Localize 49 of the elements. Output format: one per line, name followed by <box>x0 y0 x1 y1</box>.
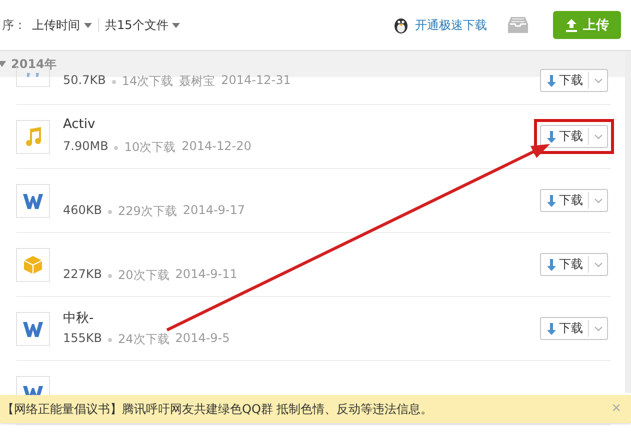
down-arrow-icon <box>547 258 556 270</box>
file-count-dropdown[interactable]: 共15个文件 <box>105 16 180 34</box>
down-arrow-icon <box>547 194 556 206</box>
chevron-icon <box>594 198 603 204</box>
dot-icon <box>108 338 112 342</box>
upload-date: 2014-9-5 <box>175 331 230 347</box>
download-button[interactable]: 下载 <box>540 189 608 212</box>
upload-date: 2014-12-20 <box>182 139 252 155</box>
file-size: 460KB <box>63 203 102 219</box>
sort-label: 序： <box>2 16 26 34</box>
upload-date: 2014-9-11 <box>175 267 238 283</box>
download-button[interactable]: 下载 <box>540 317 608 340</box>
file-size: 227KB <box>63 267 102 283</box>
chevron-icon <box>594 134 603 140</box>
file-icon <box>16 312 50 346</box>
sort-dropdown[interactable]: 上传时间 <box>32 16 92 34</box>
file-icon <box>16 248 50 282</box>
download-button[interactable]: 下载 <box>540 69 608 92</box>
down-arrow-icon <box>547 322 556 334</box>
dot-icon <box>112 80 116 84</box>
chevron-icon <box>594 326 603 332</box>
file-size: 7.90MB <box>63 139 108 155</box>
down-arrow-icon <box>547 74 556 86</box>
tray-icon[interactable] <box>507 16 529 34</box>
caret-icon <box>172 22 180 28</box>
upload-date: 2014-9-17 <box>182 203 246 219</box>
download-button[interactable]: 下载 <box>540 125 608 148</box>
file-name[interactable]: 中秋- <box>63 309 521 325</box>
download-count: 24次下载 <box>118 331 170 348</box>
download-button[interactable]: 下载 <box>540 253 608 276</box>
caret-icon <box>84 22 92 28</box>
file-icon <box>16 120 50 154</box>
download-count: 10次下载 <box>124 139 176 156</box>
dot-icon <box>114 146 118 150</box>
file-icon <box>16 184 50 218</box>
download-count: 229次下载 <box>118 203 177 220</box>
dot-icon <box>108 210 112 214</box>
penguin-icon <box>393 16 409 34</box>
chevron-icon <box>594 78 603 84</box>
notice-text: 【网络正能量倡议书】腾讯呼吁网友共建绿色QQ群 抵制色情、反动等违法信息。 <box>2 400 434 418</box>
down-arrow-icon <box>547 130 556 142</box>
dot-icon <box>108 274 112 278</box>
upload-icon <box>565 18 578 32</box>
group-title: 2014年 <box>11 56 56 72</box>
download-count: 20次下载 <box>118 267 170 284</box>
chevron-icon <box>594 262 603 268</box>
file-name[interactable]: Activ <box>63 117 521 133</box>
speed-download-link[interactable]: 开通极速下载 <box>415 16 487 34</box>
file-size: 155KB <box>63 331 102 347</box>
